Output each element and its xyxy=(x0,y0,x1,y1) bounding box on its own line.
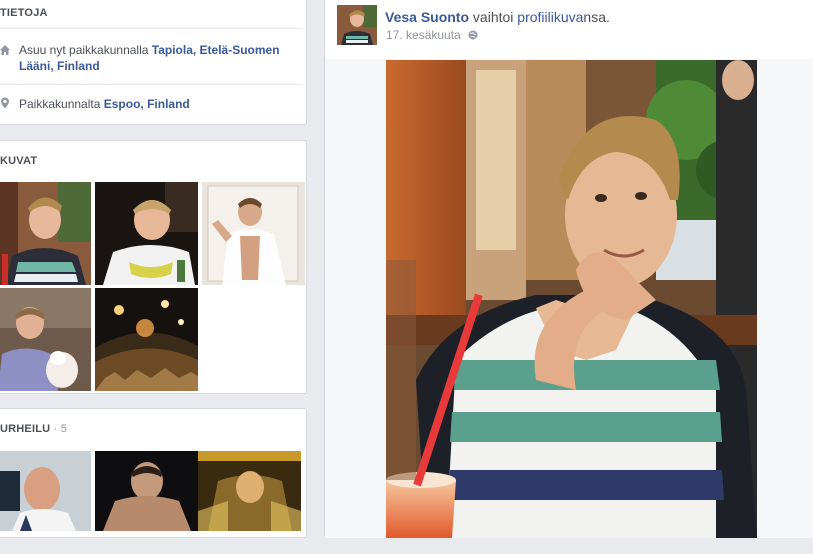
from-link[interactable]: Espoo, Finland xyxy=(104,97,190,111)
sports-thumb-1[interactable] xyxy=(0,451,91,554)
lives-in-link[interactable]: Tapiola, Etelä-Suomen xyxy=(152,43,280,57)
post-header-line: Vesa Suonto vaihtoi profiilikuvansa. xyxy=(385,9,610,25)
globe-icon[interactable] xyxy=(468,29,478,40)
photo-image xyxy=(95,182,198,285)
post-card: Vesa Suonto vaihtoi profiilikuvansa. 17.… xyxy=(324,0,813,538)
about-card: TIETOJA Asuu nyt paikkakunnalla Tapiola,… xyxy=(0,0,307,125)
photos-title: KUVAT xyxy=(0,155,38,167)
post-timestamp[interactable]: 17. kesäkuuta xyxy=(386,28,461,42)
sports-title-label: URHEILU xyxy=(0,423,51,435)
sports-count: 5 xyxy=(60,423,68,435)
post-suffix-text: nsa. xyxy=(583,9,610,25)
photos-card: KUVAT xyxy=(0,140,307,394)
photo-image xyxy=(0,182,91,285)
sports-thumb-2[interactable] xyxy=(95,451,198,554)
post-author-link[interactable]: Vesa Suonto xyxy=(385,9,469,25)
post-action-text: vaihtoi xyxy=(469,9,518,25)
post-meta: 17. kesäkuuta xyxy=(386,28,478,42)
photo-image xyxy=(0,288,91,391)
photo-thumb-3[interactable] xyxy=(202,182,305,285)
sports-thumb-3[interactable] xyxy=(198,451,301,554)
photo-thumb-1[interactable] xyxy=(0,182,91,285)
post-object-link[interactable]: profiilikuva xyxy=(517,9,583,25)
lives-in-link-line2[interactable]: Lääni, Finland xyxy=(19,59,100,73)
photo-thumb-5[interactable] xyxy=(95,288,198,391)
photo-thumb-2[interactable] xyxy=(95,182,198,285)
profile-photo-image xyxy=(386,60,757,538)
sports-title: URHEILU · 5 xyxy=(0,423,67,435)
sports-separator: · xyxy=(53,423,58,435)
sports-image xyxy=(0,451,91,531)
about-divider-mid xyxy=(0,84,303,85)
map-pin-icon xyxy=(1,97,9,109)
post-avatar[interactable] xyxy=(337,5,377,45)
sports-image xyxy=(198,451,301,531)
photo-image xyxy=(95,288,198,391)
photo-thumb-4[interactable] xyxy=(0,288,91,391)
about-divider-top xyxy=(0,28,303,29)
lives-in-prefix: Asuu nyt paikkakunnalla xyxy=(19,43,152,57)
sports-card: URHEILU · 5 xyxy=(0,408,307,538)
sports-image xyxy=(95,451,198,531)
photo-image xyxy=(202,182,305,285)
profile-photo[interactable] xyxy=(386,60,757,538)
about-title: TIETOJA xyxy=(0,7,48,19)
avatar-image xyxy=(337,5,377,45)
from-prefix: Paikkakunnalta xyxy=(19,97,104,111)
home-icon xyxy=(0,45,10,55)
